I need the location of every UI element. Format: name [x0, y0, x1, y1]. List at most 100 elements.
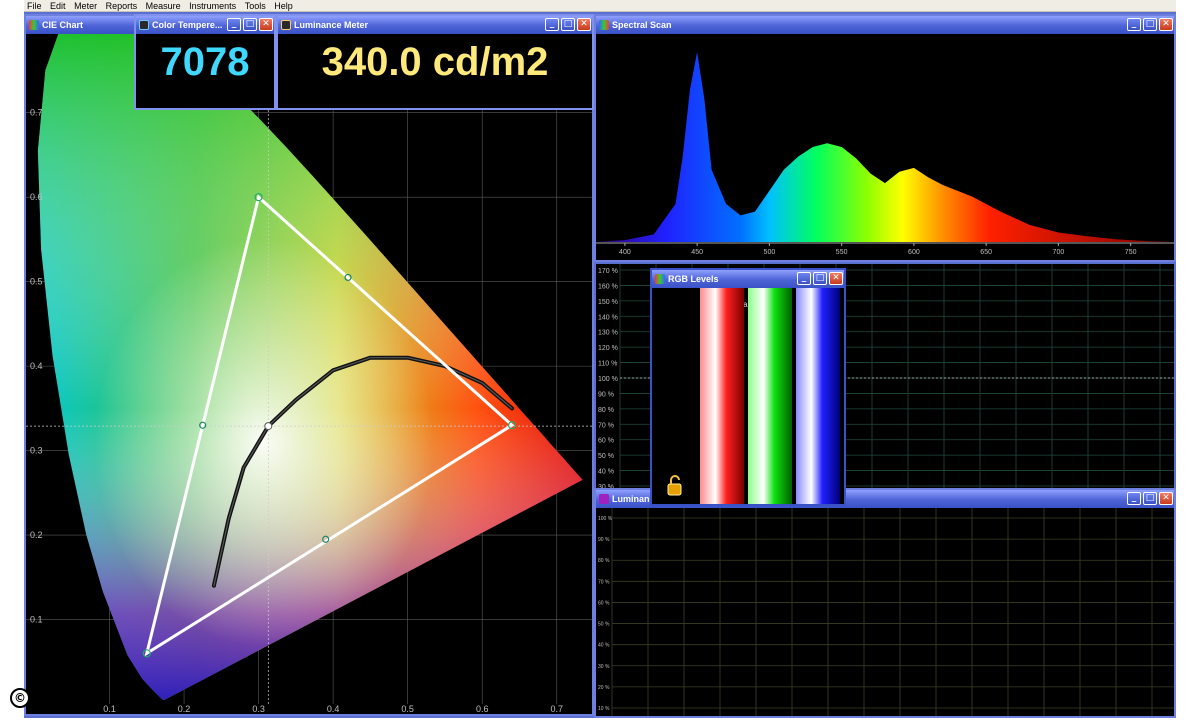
history-y-tick: 150 %	[598, 299, 618, 306]
cie-x-tick: 0.3	[252, 704, 265, 714]
history-y-tick: 40 %	[598, 469, 614, 476]
cie-x-tick: 0.7	[550, 704, 563, 714]
rgb-levels-titlebar[interactable]: RGB Levels _ □ ✕	[652, 270, 844, 288]
rgb-levels-title: RGB Levels	[668, 274, 719, 284]
history-y-tick: 60 %	[598, 438, 614, 445]
color-temp-value: 7078	[160, 40, 250, 84]
cie-chart-window: CIE Chart 0.1 0.2 0.3 0.4 0.5 0.6 0.7 0.…	[24, 14, 594, 716]
maximize-button[interactable]: □	[1143, 492, 1157, 505]
rgb-levels-window: RGB Levels _ □ ✕ Decrease Blue 97%100%11…	[650, 268, 846, 506]
spectral-curve	[596, 52, 1174, 242]
luminance-meter-window: Luminance Meter _ □ ✕ 340.0 cd/m2	[276, 14, 594, 110]
luminance-y-tick: 80 %	[598, 558, 610, 564]
close-button[interactable]: ✕	[1159, 18, 1173, 31]
spectral-x-tick: 500	[764, 249, 776, 256]
color-temp-icon	[139, 20, 149, 30]
menu-tools[interactable]: Tools	[242, 0, 269, 12]
history-y-tick: 90 %	[598, 391, 614, 398]
maximize-button[interactable]: □	[243, 18, 257, 31]
rgb-levels-icon	[655, 274, 665, 284]
luminance-y-tick: 30 %	[598, 664, 610, 670]
luminance-chart: 100 % 90 % 80 % 70 % 60 % 50 % 40 % 30 % 20 % 10 …	[598, 508, 1174, 716]
cie-y-tick: 0.6	[30, 192, 43, 202]
spectral-scan-window: Spectral Scan _ □ ✕ 400 450 500 550 600 …	[594, 14, 1176, 262]
history-y-tick: 70 %	[598, 422, 614, 429]
spectral-x-tick: 700	[1053, 249, 1065, 256]
maximize-button[interactable]: □	[561, 18, 575, 31]
cie-y-tick: 0.2	[30, 530, 43, 540]
luminance-value: 340.0 cd/m2	[321, 40, 549, 84]
history-y-tick: 170 %	[598, 268, 618, 275]
cie-x-tick: 0.6	[476, 704, 489, 714]
menu-meter[interactable]: Meter	[71, 0, 100, 12]
cie-x-tick: 0.4	[327, 704, 340, 714]
menu-bar: File Edit Meter Reports Measure Instrume…	[24, 0, 1176, 12]
spectral-x-tick: 600	[908, 249, 920, 256]
menu-file[interactable]: File	[24, 0, 45, 12]
cie-x-tick: 0.1	[103, 704, 116, 714]
unlock-icon[interactable]	[667, 475, 682, 496]
luminance-y-tick: 10 %	[598, 706, 610, 712]
close-button[interactable]: ✕	[259, 18, 273, 31]
luminance-icon	[599, 494, 609, 504]
luminance-y-tick: 100 %	[598, 516, 613, 522]
minimize-button[interactable]: _	[227, 18, 241, 31]
luminance-meter-title: Luminance Meter	[294, 20, 369, 30]
luminance-y-tick: 40 %	[598, 643, 610, 649]
spectral-x-tick: 550	[836, 249, 848, 256]
menu-edit[interactable]: Edit	[47, 0, 69, 12]
history-y-tick: 100 %	[598, 376, 618, 383]
luminance-y-tick: 20 %	[598, 685, 610, 691]
color-temp-title: Color Tempere...	[152, 20, 223, 30]
history-y-tick: 140 %	[598, 314, 618, 321]
luminance-meter-icon	[281, 20, 291, 30]
close-button[interactable]: ✕	[1159, 492, 1173, 505]
cie-x-tick: 0.2	[178, 704, 191, 714]
spectral-x-tick: 650	[980, 249, 992, 256]
minimize-button[interactable]: _	[1127, 492, 1141, 505]
cie-chart: 0.1 0.2 0.3 0.4 0.5 0.6 0.7 0.1 0.2 0.3 0.4 0.5 0.6 0…	[26, 23, 592, 714]
history-y-tick: 50 %	[598, 453, 614, 460]
cie-chart-icon	[29, 20, 39, 30]
close-button[interactable]: ✕	[829, 272, 843, 285]
green-level-bar	[748, 288, 792, 504]
luminance-y-tick: 60 %	[598, 600, 610, 606]
spectral-scan-titlebar[interactable]: Spectral Scan _ □ ✕	[596, 16, 1174, 34]
minimize-button[interactable]: _	[1127, 18, 1141, 31]
minimize-button[interactable]: _	[545, 18, 559, 31]
spectral-chart: 400 450 500 550 600 650 700 750	[596, 52, 1174, 256]
cie-horseshoe	[37, 34, 583, 700]
menu-reports[interactable]: Reports	[103, 0, 141, 12]
spectral-scan-icon	[599, 20, 609, 30]
color-temp-window: Color Tempere... _ □ ✕ 7078	[134, 14, 276, 110]
history-y-tick: 80 %	[598, 407, 614, 414]
history-y-tick: 160 %	[598, 283, 618, 290]
cie-y-tick: 0.1	[30, 615, 43, 625]
cie-y-tick: 0.7	[30, 108, 43, 118]
red-level-bar	[700, 288, 744, 504]
rgb-levels-chart: 97%100%110%100 %	[667, 288, 840, 504]
white-point-marker	[264, 422, 273, 431]
close-button[interactable]: ✕	[577, 18, 591, 31]
menu-help[interactable]: Help	[271, 0, 296, 12]
menu-instruments[interactable]: Instruments	[186, 0, 239, 12]
cie-y-tick: 0.5	[30, 277, 43, 287]
color-temp-titlebar[interactable]: Color Tempere... _ □ ✕	[136, 16, 274, 34]
blue-level-bar	[796, 288, 840, 504]
history-y-tick: 110 %	[598, 361, 617, 368]
minimize-button[interactable]: _	[797, 272, 811, 285]
spectral-scan-title: Spectral Scan	[612, 20, 672, 30]
luminance-y-tick: 50 %	[598, 622, 610, 628]
maximize-button[interactable]: □	[813, 272, 827, 285]
luminance-y-tick: 90 %	[598, 537, 610, 543]
workspace: CIE Chart 0.1 0.2 0.3 0.4 0.5 0.6 0.7 0.…	[24, 12, 1176, 718]
spectral-x-tick: 750	[1125, 249, 1137, 256]
menu-measure[interactable]: Measure	[143, 0, 184, 12]
cie-chart-title: CIE Chart	[42, 20, 84, 30]
cie-y-tick: 0.4	[30, 361, 43, 371]
luminance-window: Luminance _ □ ✕ 100 % 90 % 80 % 70 % 60 % 50 …	[594, 488, 1176, 718]
history-y-tick: 130 %	[598, 330, 618, 337]
cie-x-tick: 0.5	[401, 704, 414, 714]
maximize-button[interactable]: □	[1143, 18, 1157, 31]
luminance-meter-titlebar[interactable]: Luminance Meter _ □ ✕	[278, 16, 592, 34]
